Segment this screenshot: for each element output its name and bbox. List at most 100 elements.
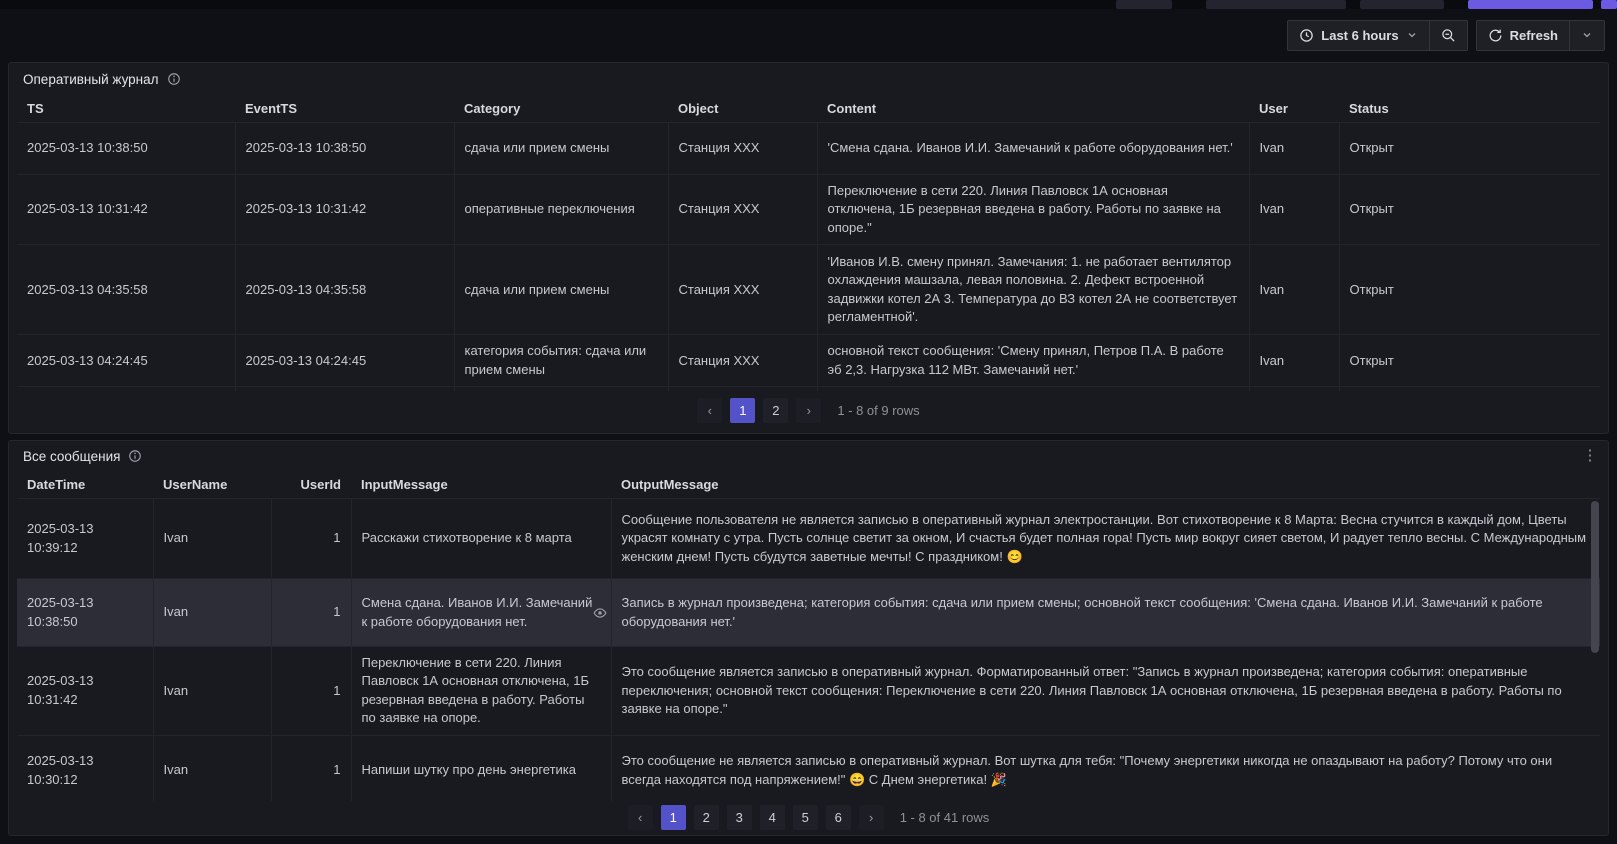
column-header-status[interactable]: Status bbox=[1339, 95, 1600, 123]
panel2-header: Все сообщения ⋮ bbox=[9, 441, 1608, 471]
cell-datetime: 2025-03-13 10:38:50 bbox=[17, 579, 153, 647]
next-page-button[interactable]: › bbox=[859, 805, 884, 830]
cell-eventts: 2025-03-13 04:15:30 bbox=[235, 387, 454, 391]
cell-category: оперативные переключения bbox=[454, 175, 668, 245]
cell-eventts: 2025-03-13 04:24:45 bbox=[235, 335, 454, 387]
page-button-1[interactable]: 1 bbox=[661, 805, 686, 830]
table-row: 2025-03-13 10:39:12 Ivan 1 Расскажи стих… bbox=[17, 499, 1600, 579]
cell-content: 'Иванов И.В. смену принял. Замечания: 1.… bbox=[817, 245, 1249, 335]
clipped-primary-button[interactable] bbox=[1601, 0, 1617, 9]
page-button-1[interactable]: 1 bbox=[730, 398, 755, 423]
table-header-row: TS EventTS Category Object Content User … bbox=[17, 95, 1600, 123]
cell-status: Открыт bbox=[1339, 335, 1600, 387]
cell-output: Это сообщение не является записью в опер… bbox=[611, 735, 1600, 801]
cell-output: Сообщение пользователя не является запис… bbox=[611, 499, 1600, 579]
cell-category: сдача или прием смены bbox=[454, 245, 668, 335]
panel-operational-journal: Оперативный журнал TS EventTS Category O… bbox=[8, 62, 1609, 434]
zoom-out-time-button[interactable] bbox=[1429, 20, 1468, 51]
column-header-inputmessage[interactable]: InputMessage bbox=[351, 471, 611, 499]
cell-userid: 1 bbox=[271, 647, 351, 736]
zoom-out-icon bbox=[1441, 28, 1456, 43]
table-row: 2025-03-13 04:24:45 2025-03-13 04:24:45 … bbox=[17, 335, 1600, 387]
column-header-datetime[interactable]: DateTime bbox=[17, 471, 153, 499]
cell-content bbox=[817, 387, 1249, 391]
cell-input: Напиши шутку про день энергетика bbox=[351, 735, 611, 801]
refresh-label: Refresh bbox=[1510, 28, 1558, 43]
cell-ts: 2025-03-13 04:35:58 bbox=[17, 245, 235, 335]
cell-user: Ivan bbox=[1249, 245, 1339, 335]
cell-output: Это сообщение является записью в операти… bbox=[611, 647, 1600, 736]
table-row: 2025-03-13 10:30:12 Ivan 1 Напиши шутку … bbox=[17, 735, 1600, 801]
panel-all-messages: Все сообщения ⋮ DateTime UserName UserId… bbox=[8, 440, 1609, 836]
table-row-highlighted: 2025-03-13 10:38:50 Ivan 1 Смена сдана. … bbox=[17, 579, 1600, 647]
cell-input-text: Смена сдана. Иванов И.И. Замечаний к раб… bbox=[362, 595, 593, 628]
refresh-button[interactable]: Refresh bbox=[1476, 20, 1570, 51]
column-header-user[interactable]: User bbox=[1249, 95, 1339, 123]
cell-eventts: 2025-03-13 10:38:50 bbox=[235, 123, 454, 175]
page-button-2[interactable]: 2 bbox=[763, 398, 788, 423]
cell-status: Открыт bbox=[1339, 175, 1600, 245]
page-button-6[interactable]: 6 bbox=[826, 805, 851, 830]
cell-username: Ivan bbox=[153, 647, 271, 736]
cell-category: категория события: сдача или прием смены bbox=[454, 335, 668, 387]
cell-object: Станция XXX bbox=[668, 335, 817, 387]
prev-page-button[interactable]: ‹ bbox=[628, 805, 653, 830]
next-page-button[interactable]: › bbox=[796, 398, 821, 423]
panel1-header: Оперативный журнал bbox=[9, 63, 1608, 95]
refresh-interval-button[interactable] bbox=[1569, 20, 1605, 51]
cell-eventts: 2025-03-13 10:31:42 bbox=[235, 175, 454, 245]
cell-datetime: 2025-03-13 10:30:12 bbox=[17, 735, 153, 801]
clipped-toolbar-button[interactable] bbox=[1206, 0, 1346, 9]
page-button-2[interactable]: 2 bbox=[694, 805, 719, 830]
panel1-pagination: ‹ 1 2 › 1 - 8 of 9 rows bbox=[9, 393, 1608, 427]
page-button-4[interactable]: 4 bbox=[760, 805, 785, 830]
cell-ts: 2025-03-13 04:24:45 bbox=[17, 335, 235, 387]
table-row: 2025-03-13 04:35:58 2025-03-13 04:35:58 … bbox=[17, 245, 1600, 335]
vertical-scrollbar[interactable] bbox=[1591, 501, 1599, 653]
time-range-label: Last 6 hours bbox=[1321, 28, 1398, 43]
cell-content: 'Смена сдана. Иванов И.И. Замечаний к ра… bbox=[817, 123, 1249, 175]
table-row-clipped: 2025-03-13 04:15:30 2025-03-13 04:15:30 … bbox=[17, 387, 1600, 391]
cell-userid: 1 bbox=[271, 499, 351, 579]
column-header-object[interactable]: Object bbox=[668, 95, 817, 123]
page-button-3[interactable]: 3 bbox=[727, 805, 752, 830]
cell-input: Смена сдана. Иванов И.И. Замечаний к раб… bbox=[351, 579, 611, 647]
cell-username: Ivan bbox=[153, 579, 271, 647]
column-header-category[interactable]: Category bbox=[454, 95, 668, 123]
cell-username: Ivan bbox=[153, 499, 271, 579]
clipped-toolbar-button[interactable] bbox=[1116, 0, 1172, 9]
clipped-toolbar-button[interactable] bbox=[1360, 0, 1444, 9]
clipped-primary-button[interactable] bbox=[1468, 0, 1593, 9]
cell-content: основной текст сообщения: 'Смену принял,… bbox=[817, 335, 1249, 387]
cell-status: Открыт bbox=[1339, 387, 1600, 391]
cell-content: Переключение в сети 220. Линия Павловск … bbox=[817, 175, 1249, 245]
cell-input: Расскажи стихотворение к 8 марта bbox=[351, 499, 611, 579]
cell-object: Станция XXX bbox=[668, 387, 817, 391]
panel2-pagination: ‹ 1 2 3 4 5 6 › 1 - 8 of 41 rows bbox=[9, 801, 1608, 833]
chevron-down-icon bbox=[1406, 29, 1418, 41]
time-range-button[interactable]: Last 6 hours bbox=[1287, 20, 1429, 51]
info-icon[interactable] bbox=[128, 449, 142, 463]
panel2-title: Все сообщения bbox=[23, 449, 120, 464]
column-header-username[interactable]: UserName bbox=[153, 471, 271, 499]
column-header-userid[interactable]: UserId bbox=[271, 471, 351, 499]
table-row: 2025-03-13 10:38:50 2025-03-13 10:38:50 … bbox=[17, 123, 1600, 175]
cell-object: Станция XXX bbox=[668, 175, 817, 245]
eye-icon[interactable] bbox=[593, 606, 607, 620]
column-header-outputmessage[interactable]: OutputMessage bbox=[611, 471, 1600, 499]
cell-userid: 1 bbox=[271, 735, 351, 801]
cell-ts: 2025-03-13 04:15:30 bbox=[17, 387, 235, 391]
kebab-menu-icon[interactable]: ⋮ bbox=[1580, 445, 1600, 467]
cell-ts: 2025-03-13 10:38:50 bbox=[17, 123, 235, 175]
row-count-summary: 1 - 8 of 41 rows bbox=[900, 810, 990, 825]
page-button-5[interactable]: 5 bbox=[793, 805, 818, 830]
dashboard-toolbar: Last 6 hours Refresh bbox=[0, 9, 1617, 61]
column-header-eventts[interactable]: EventTS bbox=[235, 95, 454, 123]
info-icon[interactable] bbox=[167, 72, 181, 86]
column-header-ts[interactable]: TS bbox=[17, 95, 235, 123]
cell-object: Станция XXX bbox=[668, 123, 817, 175]
prev-page-button[interactable]: ‹ bbox=[697, 398, 722, 423]
cell-category: сдача или прием смены bbox=[454, 123, 668, 175]
chevron-down-icon bbox=[1581, 29, 1593, 41]
column-header-content[interactable]: Content bbox=[817, 95, 1249, 123]
